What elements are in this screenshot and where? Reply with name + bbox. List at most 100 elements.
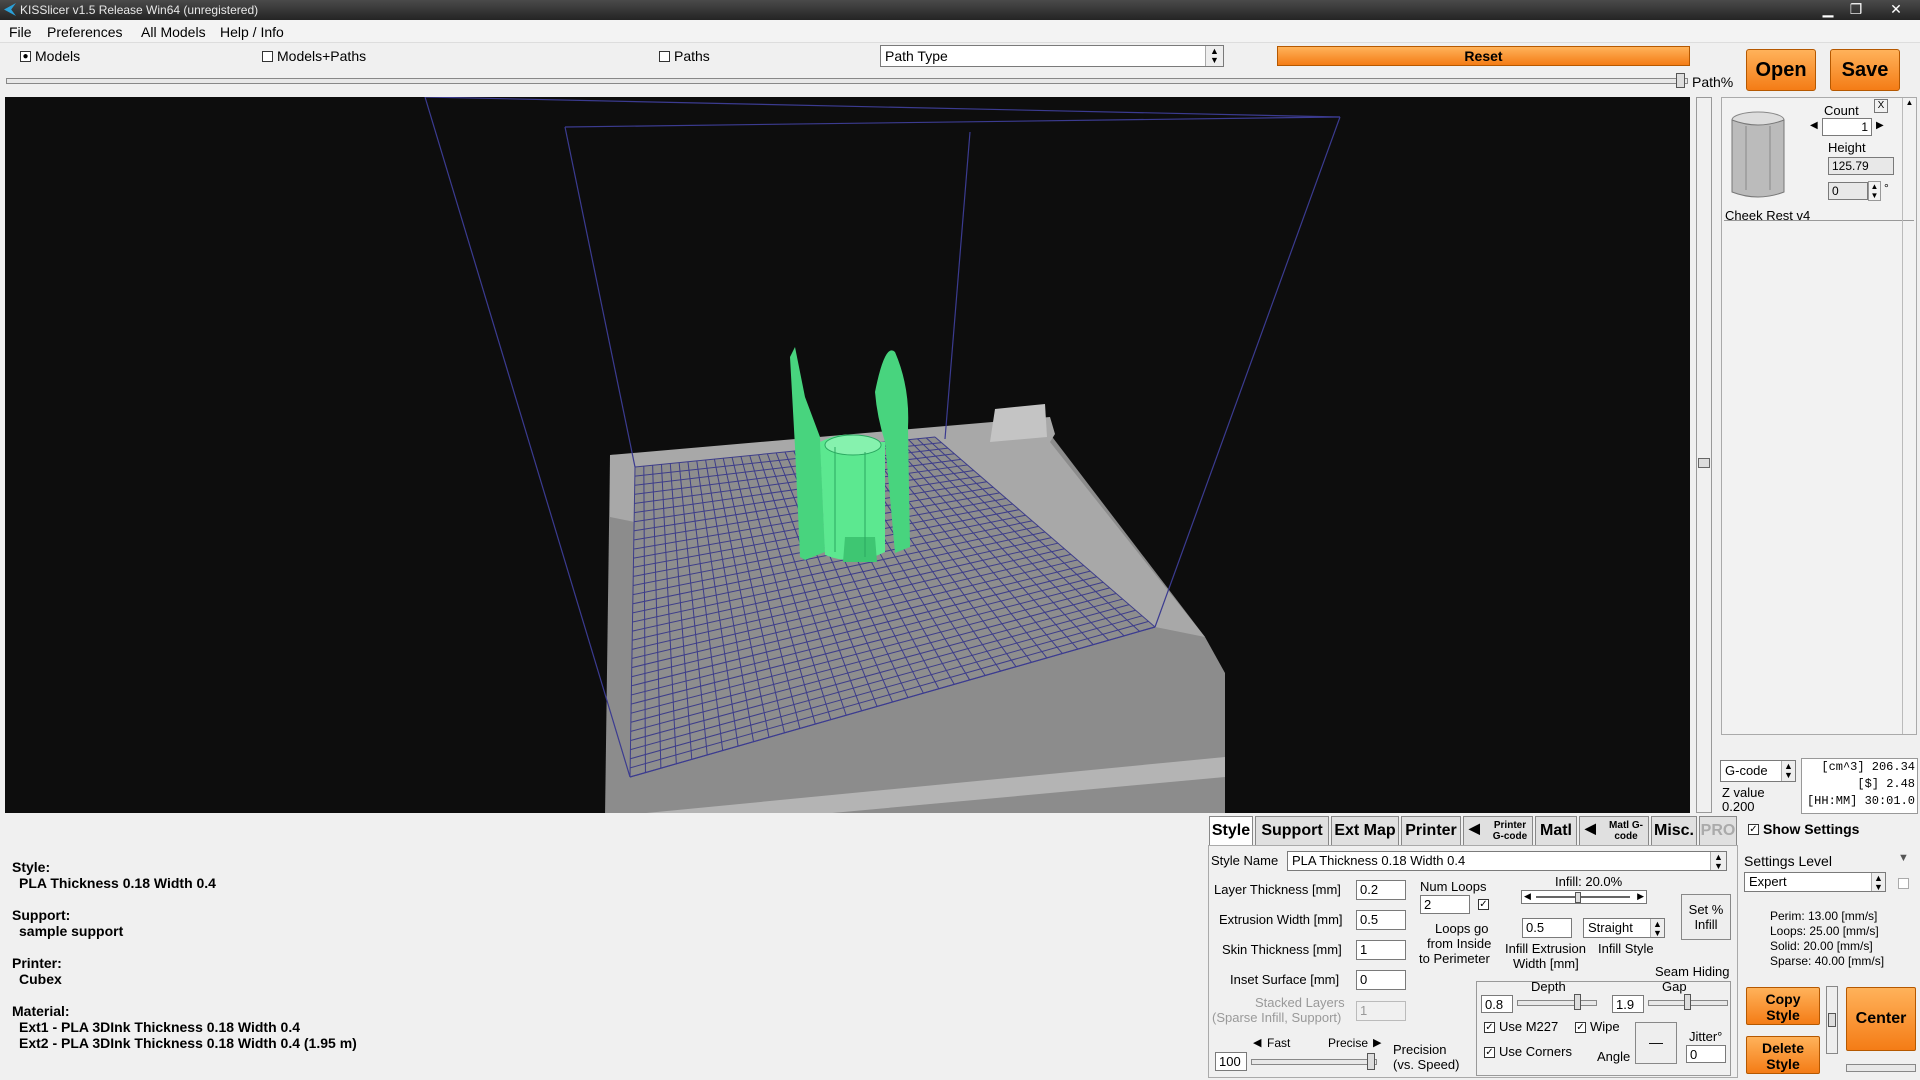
path-type-value: Path Type: [885, 48, 948, 64]
count-input[interactable]: 1: [1822, 118, 1872, 136]
infill-extrusion-width-input[interactable]: 0.5: [1522, 918, 1572, 938]
path-type-select[interactable]: Path Type ▲ ▼: [880, 45, 1224, 67]
models-paths-label: Models+Paths: [277, 48, 367, 64]
stacked-layers-input[interactable]: 1: [1356, 1001, 1406, 1021]
kisslicer-window: KISSlicer v1.5 Release Win64 (unregister…: [0, 0, 1920, 1080]
settings-level-select[interactable]: Expert ▲ ▼: [1744, 872, 1886, 892]
settings-level-value: Expert: [1749, 874, 1787, 889]
path-percent-slider[interactable]: [6, 78, 1688, 84]
rotation-input[interactable]: 0: [1828, 182, 1868, 200]
height-value: 125.79: [1828, 157, 1894, 175]
tab-support[interactable]: Support: [1255, 816, 1329, 846]
menu-bar: File Preferences All Models Help / Info: [0, 20, 1920, 43]
spin-arrows-icon: ▲ ▼: [1710, 852, 1726, 870]
infill-slider[interactable]: ◀ ▶: [1521, 890, 1647, 904]
spin-arrows-icon: ▲ ▼: [1205, 46, 1223, 66]
gap-slider-thumb[interactable]: [1684, 994, 1691, 1010]
depth-slider[interactable]: [1517, 1000, 1597, 1006]
models-paths-checkbox[interactable]: [262, 51, 273, 62]
model-list-scrollbar[interactable]: ▲: [1902, 98, 1916, 734]
model-list[interactable]: Count X ◀ 1 ▶ Height 125.79 0 ▲ ▼ ° Cheek…: [1721, 97, 1917, 735]
infill-extrusion-label-2: Width [mm]: [1513, 956, 1579, 971]
use-m227-label: Use M227: [1499, 1019, 1559, 1034]
show-settings-checkbox[interactable]: ✓: [1748, 824, 1759, 835]
use-m227-checkbox[interactable]: ✓: [1484, 1022, 1495, 1033]
set-infill-label-1: Set %: [1688, 902, 1724, 917]
output-format-select[interactable]: G-code ▲ ▼: [1720, 760, 1796, 782]
style-scrollbar-thumb[interactable]: [1828, 1013, 1836, 1027]
delete-style-button[interactable]: Delete Style: [1746, 1036, 1820, 1074]
chevron-down-icon[interactable]: ▼: [1898, 852, 1909, 864]
precision-input[interactable]: 100: [1215, 1052, 1247, 1071]
precision-sublabel: (vs. Speed): [1393, 1057, 1460, 1072]
tab-printer-gcode[interactable]: ◀ Printer G-code: [1463, 816, 1533, 846]
center-slider[interactable]: [1846, 1064, 1916, 1072]
depth-slider-thumb[interactable]: [1574, 994, 1581, 1010]
layer-scrollbar[interactable]: [1696, 97, 1712, 813]
settings-lock-checkbox[interactable]: [1898, 878, 1909, 889]
tab-matl[interactable]: Matl: [1535, 816, 1577, 846]
3d-viewport[interactable]: [5, 97, 1690, 813]
paths-checkbox[interactable]: [659, 51, 670, 62]
close-icon[interactable]: ✕: [1880, 0, 1912, 18]
tab-pro[interactable]: PRO: [1699, 816, 1737, 846]
num-loops-input[interactable]: 2: [1420, 895, 1470, 914]
tab-matl-gcode[interactable]: ◀ Matl G-code: [1579, 816, 1649, 846]
tab-misc[interactable]: Misc.: [1651, 816, 1697, 846]
maximize-icon[interactable]: ❐: [1843, 0, 1869, 18]
model-remove-button[interactable]: X: [1874, 99, 1888, 113]
window-title: KISSlicer v1.5 Release Win64 (unregister…: [20, 3, 259, 17]
style-name-value: PLA Thickness 0.18 Width 0.4: [1292, 853, 1466, 868]
copy-style-button[interactable]: Copy Style: [1746, 987, 1820, 1025]
infill-style-label: Infill Style: [1598, 941, 1654, 956]
tab-printer[interactable]: Printer: [1401, 816, 1461, 846]
triangle-left-icon: ◀: [1469, 820, 1480, 836]
rotation-spin-icon[interactable]: ▲ ▼: [1868, 181, 1881, 201]
menu-help[interactable]: Help / Info: [220, 24, 284, 40]
loops-go-label-3: to Perimeter: [1419, 951, 1490, 966]
summary-style-value: PLA Thickness 0.18 Width 0.4: [19, 875, 216, 891]
summary-panel: Style: PLA Thickness 0.18 Width 0.4 Supp…: [0, 815, 1205, 1080]
gap-input[interactable]: 1.9: [1612, 995, 1644, 1013]
center-button[interactable]: Center: [1846, 987, 1916, 1051]
models-radio[interactable]: ●: [20, 51, 31, 62]
precision-slider[interactable]: [1251, 1059, 1377, 1065]
save-button[interactable]: Save: [1830, 49, 1900, 91]
seam-angle-dial[interactable]: —: [1635, 1022, 1677, 1064]
precision-slider-thumb[interactable]: [1367, 1053, 1375, 1070]
path-percent-slider-handle[interactable]: [1676, 73, 1685, 88]
model-thumbnail[interactable]: [1728, 106, 1788, 206]
wipe-checkbox[interactable]: ✓: [1575, 1022, 1586, 1033]
menu-all-models[interactable]: All Models: [141, 24, 206, 40]
tab-style[interactable]: Style: [1209, 816, 1253, 846]
set-infill-button[interactable]: Set % Infill: [1681, 894, 1731, 940]
count-decrease-icon[interactable]: ◀: [1810, 120, 1818, 131]
menu-file[interactable]: File: [9, 24, 32, 40]
view-toolbar: ● Models Models+Paths Paths Path Type ▲ ▼…: [0, 43, 1920, 91]
infill-slider-thumb[interactable]: [1574, 892, 1581, 903]
style-scrollbar[interactable]: [1826, 986, 1838, 1054]
tab-ext-map[interactable]: Ext Map: [1331, 816, 1399, 846]
depth-input[interactable]: 0.8: [1481, 995, 1513, 1013]
loops-inside-out-checkbox[interactable]: ✓: [1478, 899, 1489, 910]
infill-increase-icon[interactable]: ▶: [1637, 891, 1644, 902]
precise-label: Precise: [1328, 1036, 1369, 1050]
layer-scrollbar-thumb[interactable]: [1698, 458, 1710, 468]
infill-style-select[interactable]: Straight ▲ ▼: [1583, 918, 1665, 938]
count-increase-icon[interactable]: ▶: [1876, 120, 1884, 131]
style-name-select[interactable]: PLA Thickness 0.18 Width 0.4 ▲ ▼: [1287, 851, 1727, 871]
skin-thickness-input[interactable]: 1: [1356, 940, 1406, 960]
inset-surface-input[interactable]: 0: [1356, 970, 1406, 990]
loops-go-label-1: Loops go: [1435, 921, 1489, 936]
reset-button[interactable]: Reset: [1277, 46, 1690, 66]
infill-decrease-icon[interactable]: ◀: [1524, 891, 1531, 902]
minimize-icon[interactable]: ▁: [1815, 0, 1841, 18]
layer-thickness-input[interactable]: 0.2: [1356, 880, 1406, 900]
jitter-input[interactable]: 0: [1686, 1045, 1726, 1063]
style-name-label: Style Name: [1211, 853, 1279, 868]
menu-preferences[interactable]: Preferences: [47, 24, 122, 40]
open-button[interactable]: Open: [1746, 49, 1816, 91]
extrusion-width-input[interactable]: 0.5: [1356, 910, 1406, 930]
use-corners-checkbox[interactable]: ✓: [1484, 1047, 1495, 1058]
output-format-value: G-code: [1725, 763, 1768, 778]
